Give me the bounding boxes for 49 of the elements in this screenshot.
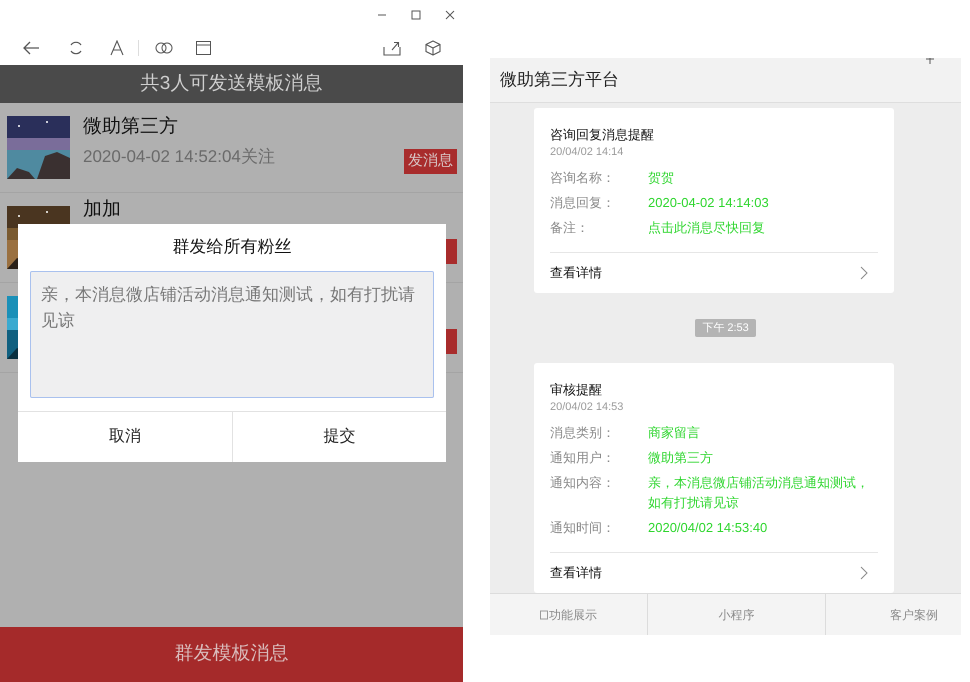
message-field[interactable]: 亲，本消息微店铺活动消息通知测试，如有打扰请见谅 xyxy=(30,271,434,398)
cancel-button[interactable]: 取消 xyxy=(18,412,232,462)
list-header: 共3人可发送模板消息 xyxy=(0,65,463,103)
details-text: 查看详情 xyxy=(550,264,602,282)
field-value: 微助第三方 xyxy=(648,449,714,468)
send-button[interactable]: 发消息 xyxy=(404,149,457,174)
card-title: 审核提醒 xyxy=(550,381,603,398)
card-title: 咨询回复消息提醒 xyxy=(550,126,655,143)
dialog-title: 群发给所有粉丝 xyxy=(172,236,292,258)
fan-name: 微助第三方 xyxy=(83,116,178,138)
refresh-icon[interactable] xyxy=(68,40,84,56)
field-label: 通知时间： xyxy=(550,519,616,538)
details-link[interactable]: 查看详情 xyxy=(550,252,878,293)
field-value: 点击此消息尽快回复 xyxy=(648,218,766,237)
back-icon[interactable] xyxy=(22,40,40,56)
field-value: 商家留言 xyxy=(648,424,701,442)
field-label: 消息回复： xyxy=(550,194,616,212)
card-time: 20/04/02 14:14 xyxy=(550,144,624,160)
field-value: 2020-04-02 14:14:03 xyxy=(648,194,770,212)
font-icon[interactable] xyxy=(110,40,124,56)
window-icon[interactable] xyxy=(196,40,211,54)
submit-button[interactable]: 提交 xyxy=(232,412,446,462)
details-link[interactable]: 查看详情 xyxy=(550,553,878,594)
field-value: 贺贺 xyxy=(648,168,675,187)
close-icon[interactable] xyxy=(445,10,455,20)
menu-label: 客户案例 xyxy=(890,606,938,624)
bulk-send-button[interactable]: 群发模板消息 xyxy=(0,627,463,682)
maximize-icon[interactable] xyxy=(411,10,421,20)
menu-label: 功能展示 xyxy=(549,606,597,624)
field-label: 通知用户： xyxy=(550,449,616,468)
field-label: 通知内容： xyxy=(550,474,616,492)
message-card[interactable]: 咨询回复消息提醒 20/04/02 14:14 咨询名称： 贺贺 消息回复： 2020-04-02 14:14:03 备注： 点击此消息尽快回复 查看详情 xyxy=(534,108,894,293)
link-icon[interactable] xyxy=(155,40,173,54)
field-value: 2020/04/02 14:53:40 xyxy=(648,519,768,538)
chevron-right-icon xyxy=(860,566,868,580)
field-label: 消息类别： xyxy=(550,424,616,442)
chat-title: 微助第三方平台 xyxy=(500,69,619,92)
cube-icon[interactable] xyxy=(425,40,441,56)
field-value: 亲，本消息微店铺活动消息通知测试，如有打扰请见谅 xyxy=(648,474,870,512)
message-card[interactable]: 审核提醒 20/04/02 14:53 消息类别： 商家留言 通知用户： 微助第三方 通知内容： 亲，本消息微店铺活动消息通知测试，如有打扰请见谅 通知时间： 2020/04/02 14:53:40 查看详情 xyxy=(534,363,894,594)
field-label: 备注： xyxy=(550,218,590,237)
menu-label: 小程序 xyxy=(718,606,754,624)
details-text: 查看详情 xyxy=(550,564,602,582)
field-label: 咨询名称： xyxy=(550,168,616,187)
fan-name: 加加 xyxy=(83,199,121,221)
chevron-right-icon xyxy=(860,266,868,280)
follow-time: 2020-04-02 14:52:04关注 xyxy=(83,146,275,168)
share-icon[interactable] xyxy=(383,40,401,56)
card-time: 20/04/02 14:53 xyxy=(550,400,624,416)
